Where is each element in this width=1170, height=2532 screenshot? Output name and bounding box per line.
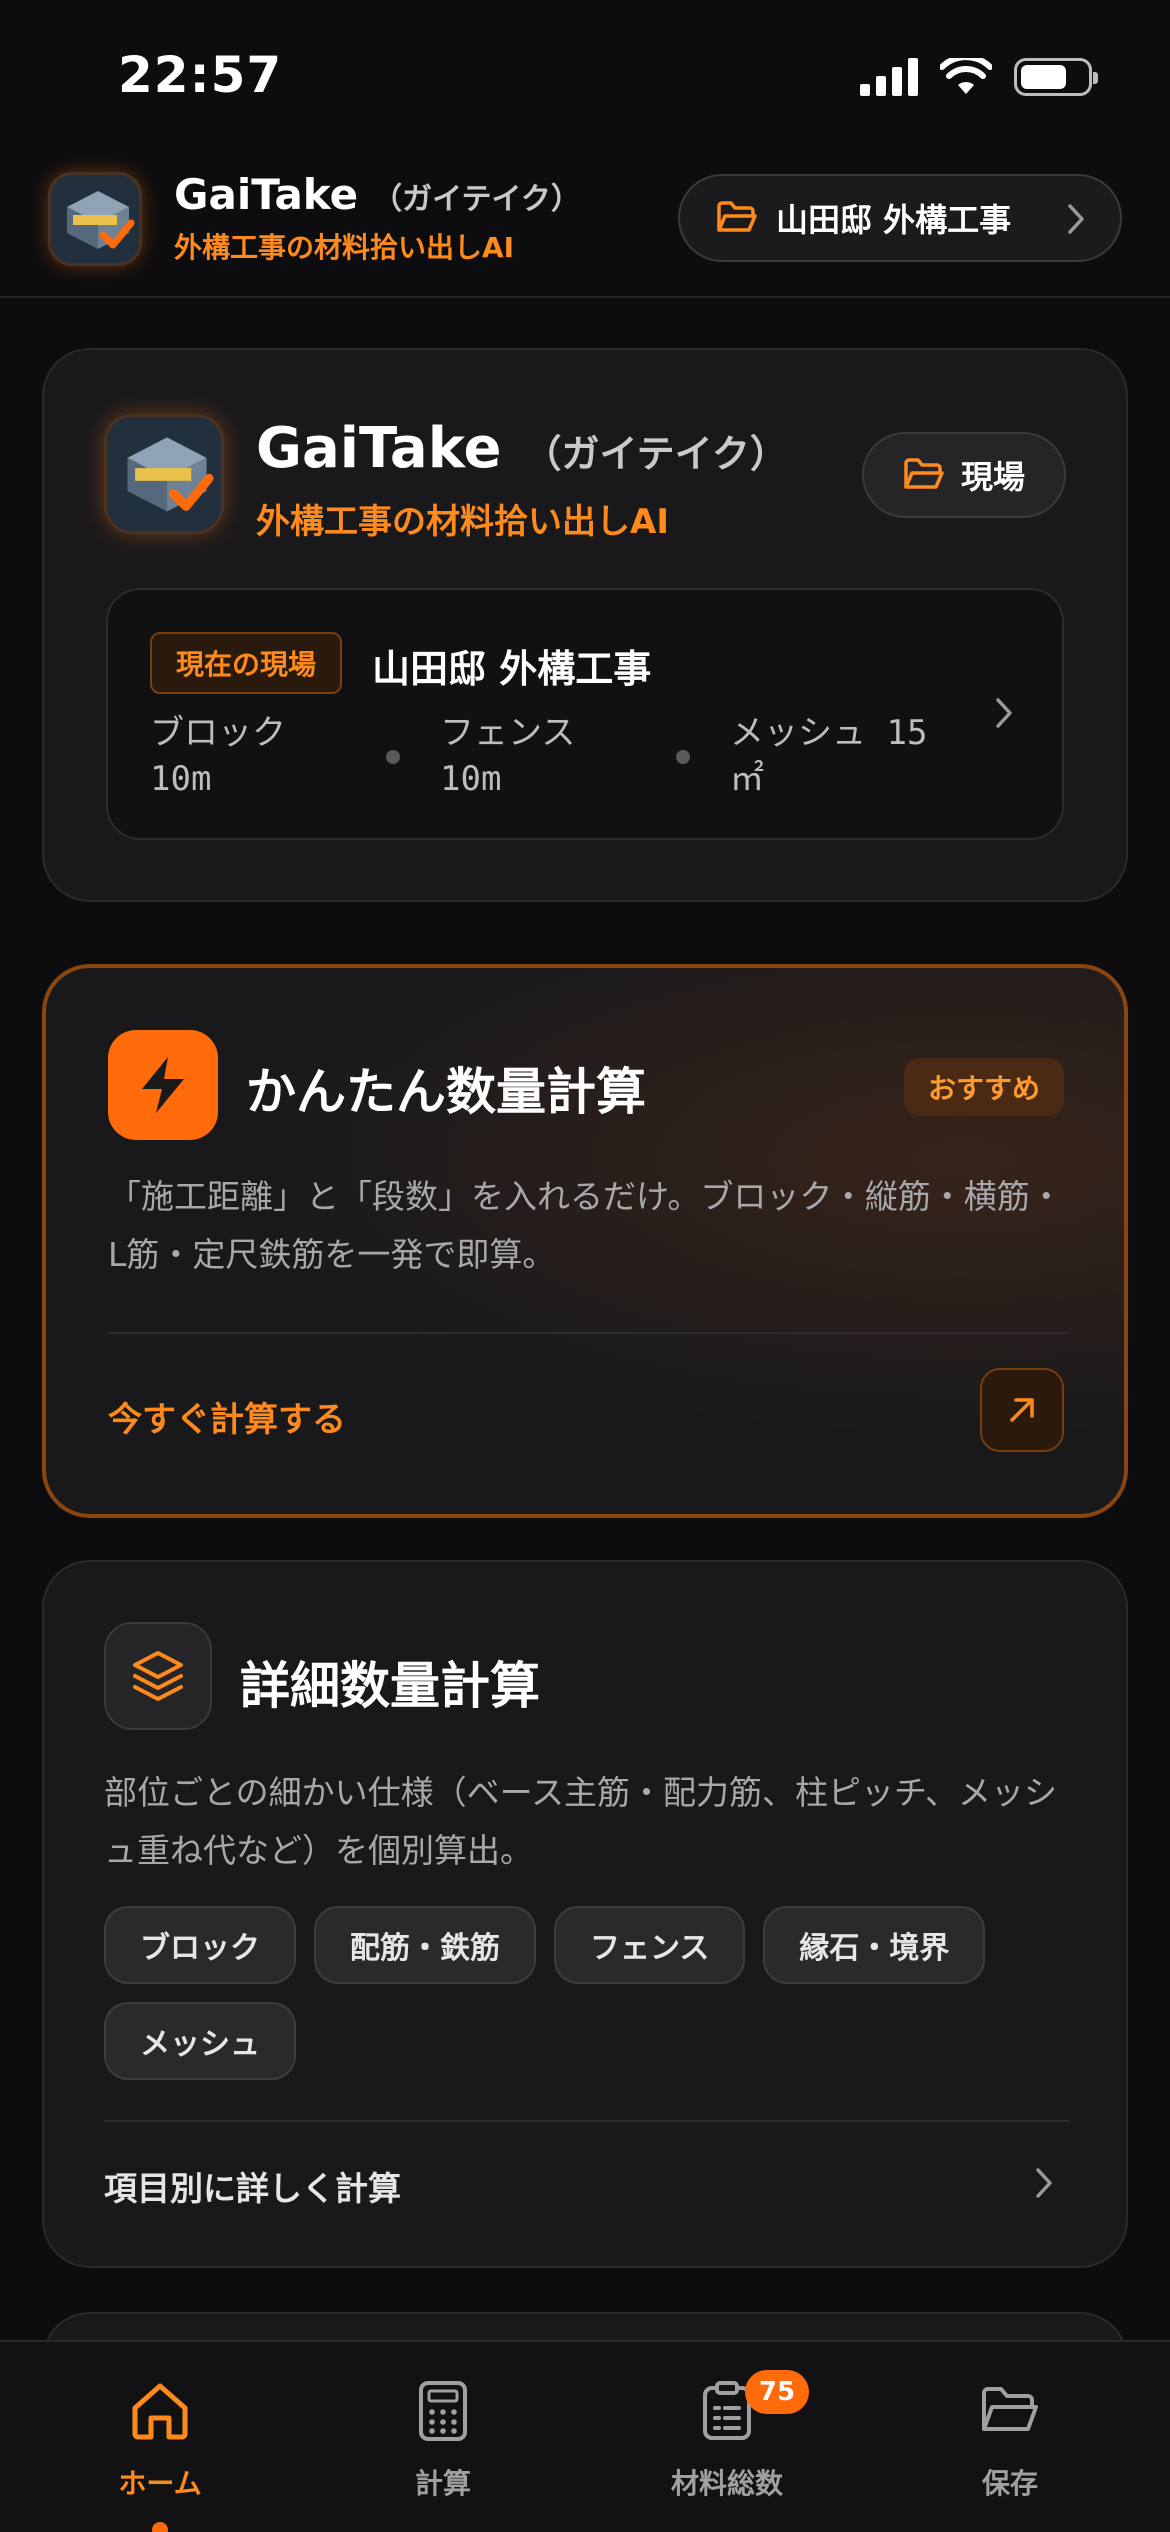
hero-tagline: 外構工事の材料拾い出しAI xyxy=(256,502,669,542)
status-time: 22:57 xyxy=(118,46,283,104)
detail-calc-title: 詳細数量計算 xyxy=(240,1657,540,1715)
quick-calc-action[interactable]: 今すぐ計算する xyxy=(108,1392,346,1441)
stat-block: ブロック 10m xyxy=(150,713,286,799)
stat-fence: フェンス 10m xyxy=(440,713,576,799)
hero-app-kana: （ガイテイク） xyxy=(523,432,788,476)
bolt-icon xyxy=(108,1030,218,1140)
divider xyxy=(108,1332,1070,1334)
recommended-badge: おすすめ xyxy=(903,1058,1064,1116)
tab-home[interactable]: ホーム xyxy=(60,2376,260,2532)
header-tagline: 外構工事の材料拾い出しAI xyxy=(174,231,515,264)
tab-materials-label: 材料総数 xyxy=(670,2467,783,2500)
site-list-label: 現場 xyxy=(960,458,1025,496)
header-app-kana: （ガイテイク） xyxy=(372,182,581,217)
chevron-right-icon xyxy=(1036,2168,1052,2198)
site-selector-button[interactable]: 山田邸 外構工事 xyxy=(678,174,1122,262)
materials-count-badge: 75 xyxy=(745,2370,809,2414)
detail-calc-action[interactable]: 項目別に詳しく計算 xyxy=(104,2162,401,2210)
status-bar: 22:57 xyxy=(0,0,1170,150)
tab-calc-label: 計算 xyxy=(414,2467,471,2500)
chip-rebar[interactable]: 配筋・鉄筋 xyxy=(314,1906,536,1984)
tab-materials[interactable]: 75 材料総数 xyxy=(627,2370,827,2502)
tab-saved-label: 保存 xyxy=(981,2467,1038,2500)
current-site-panel[interactable]: 現在の現場 山田邸 外構工事 ブロック 10m フェンス 10m メッシュ 15 ㎡ xyxy=(106,588,1064,840)
layers-icon xyxy=(104,1622,212,1730)
quick-calc-description: 「施工距離」と「段数」を入れるだけ。ブロック・縦筋・横筋・L筋・定尺鉄筋を一発で… xyxy=(108,1177,1063,1274)
quick-calc-card[interactable]: かんたん数量計算 おすすめ 「施工距離」と「段数」を入れるだけ。ブロック・縦筋・… xyxy=(42,964,1128,1518)
app-logo-icon xyxy=(104,414,224,534)
chip-block[interactable]: ブロック xyxy=(104,1906,296,1984)
active-indicator xyxy=(152,2522,168,2532)
current-site-badge: 現在の現場 xyxy=(150,632,343,694)
folder-open-icon xyxy=(717,201,757,232)
hero-card: GaiTake （ガイテイク） 外構工事の材料拾い出しAI 現場 現在の現場 山田… xyxy=(42,348,1128,902)
stat-separator xyxy=(676,750,690,764)
tab-saved[interactable]: 保存 xyxy=(910,2376,1110,2502)
chip-fence[interactable]: フェンス xyxy=(554,1906,746,1984)
folder-open-icon xyxy=(982,2387,1038,2431)
stat-separator xyxy=(386,750,400,764)
tab-calc[interactable]: 計算 xyxy=(343,2376,543,2502)
tab-home-label: ホーム xyxy=(118,2467,202,2500)
divider xyxy=(104,2120,1070,2122)
status-icons xyxy=(860,58,1098,96)
hero-app-name: GaiTake （ガイテイク） xyxy=(256,416,788,481)
calculator-icon xyxy=(419,2381,467,2441)
header-app-name: GaiTake （ガイテイク） xyxy=(174,170,581,219)
site-list-button[interactable]: 現場 xyxy=(862,432,1066,518)
chip-mesh[interactable]: メッシュ xyxy=(104,2002,296,2080)
home-icon xyxy=(132,2383,188,2440)
wifi-icon xyxy=(940,58,992,94)
current-site-name: 山田邸 外構工事 xyxy=(372,647,652,691)
detail-calc-description: 部位ごとの細かい仕様（ベース主筋・配力筋、柱ピッチ、メッシュ重ね代など）を個別算… xyxy=(104,1773,1058,1870)
app-header: GaiTake （ガイテイク） 外構工事の材料拾い出しAI 山田邸 外構工事 xyxy=(0,160,1170,298)
detail-calc-card[interactable]: 詳細数量計算 部位ごとの細かい仕様（ベース主筋・配力筋、柱ピッチ、メッシュ重ね代… xyxy=(42,1560,1128,2268)
app-logo-icon xyxy=(48,172,142,266)
tab-bar: ホーム 計算 75 材料総数 保存 xyxy=(0,2340,1170,2532)
category-chips: ブロック 配筋・鉄筋 フェンス 縁石・境界 メッシュ xyxy=(104,1906,1074,2080)
chevron-right-icon xyxy=(1068,204,1084,234)
chevron-right-icon xyxy=(996,698,1012,728)
chip-curb[interactable]: 縁石・境界 xyxy=(763,1906,986,1984)
quick-calc-arrow-button[interactable] xyxy=(980,1368,1064,1452)
quick-calc-title: かんたん数量計算 xyxy=(246,1063,646,1121)
folder-open-icon xyxy=(904,458,944,489)
stat-mesh: メッシュ 15 ㎡ xyxy=(730,713,928,799)
signal-icon xyxy=(860,58,918,96)
arrow-up-right-icon xyxy=(1010,1398,1034,1422)
battery-icon xyxy=(1014,58,1098,96)
site-selector-label: 山田邸 外構工事 xyxy=(776,201,1012,239)
